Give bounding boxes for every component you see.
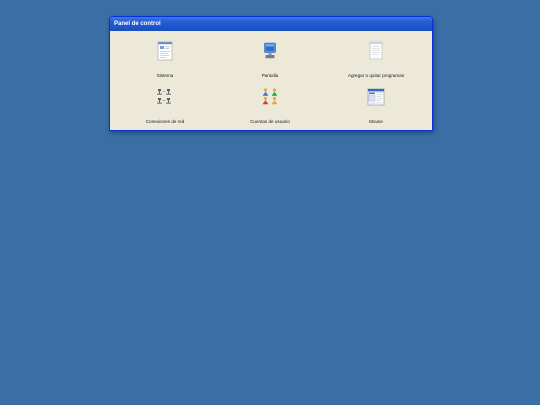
add-remove-programs-icon [369, 41, 383, 60]
system-icon [157, 41, 173, 61]
item-label: Sistema [156, 73, 174, 78]
item-sistema[interactable]: Sistema [112, 37, 218, 81]
item-mouse[interactable]: Mouse [323, 83, 429, 127]
item-label: Conexiones de red [145, 119, 185, 124]
item-label: Pantalla [261, 73, 279, 78]
window-title: Panel de control [114, 21, 161, 27]
item-label: Agregar o quitar programas [347, 73, 405, 78]
item-agregar-quitar-programas[interactable]: Agregar o quitar programas [323, 37, 429, 81]
item-pantalla[interactable]: Pantalla [217, 37, 323, 81]
display-icon [264, 42, 276, 59]
item-label: Mouse [369, 119, 383, 124]
item-cuentas-de-usuario[interactable]: Cuentas de usuario [217, 83, 323, 127]
network-connections-icon [157, 89, 171, 104]
item-label: Cuentas de usuario [250, 119, 290, 124]
control-panel-grid: Sistema Pantalla Agregar o quitar progra… [110, 31, 432, 130]
window-titlebar[interactable]: Panel de control [110, 17, 432, 31]
mouse-icon [367, 88, 385, 106]
control-panel-window: Panel de control Sistema Pantalla Agrega… [109, 16, 433, 131]
user-accounts-icon [263, 88, 277, 105]
item-conexiones-de-red[interactable]: Conexiones de red [112, 83, 218, 127]
